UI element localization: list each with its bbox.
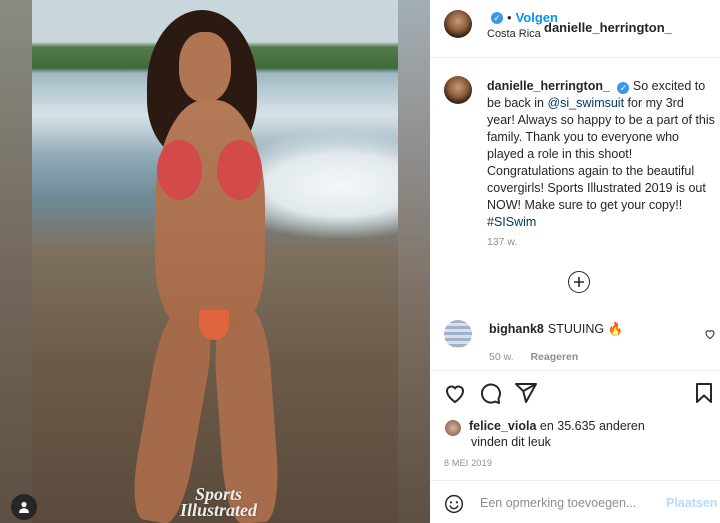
caption-text: danielle_herrington_ ✓ So excited to be … (487, 78, 715, 231)
post-photo: Sports Illustrated (32, 0, 398, 523)
header-username[interactable]: danielle_herrington_ (544, 20, 672, 35)
post-date: 8 MEI 2019 (444, 458, 493, 468)
avatar[interactable] (444, 10, 472, 38)
comment-icon[interactable] (478, 381, 502, 405)
plus-circle-icon[interactable] (568, 271, 590, 293)
hashtag-link[interactable]: #SISwim (487, 215, 536, 229)
liker-avatar[interactable] (444, 419, 462, 437)
bookmark-icon[interactable] (692, 381, 716, 405)
liker-username[interactable]: felice_viola (469, 419, 536, 433)
share-icon[interactable] (514, 381, 538, 405)
commenter-avatar[interactable] (444, 320, 472, 348)
post-comment-button[interactable]: Plaatsen (666, 496, 717, 510)
heart-icon[interactable] (443, 381, 467, 405)
emoji-icon[interactable] (444, 494, 464, 519)
post-side-panel: danielle_herrington_ ✓ • Volgen Costa Ri… (430, 0, 720, 523)
location-link[interactable]: Costa Rica (487, 28, 541, 40)
add-comment-bar: Plaatsen (430, 480, 720, 523)
verified-badge-icon: ✓ (491, 11, 503, 24)
post-header: danielle_herrington_ ✓ • Volgen Costa Ri… (430, 0, 720, 58)
likes-count[interactable]: en 35.635 anderen (536, 419, 645, 433)
reply-button[interactable]: Reageren (530, 351, 578, 363)
caption-username[interactable]: danielle_herrington_ (487, 79, 610, 93)
verified-badge-icon: ✓ (617, 82, 630, 94)
comment-item: bighank8 STUUING 🔥 50 w. Reageren (444, 320, 720, 370)
comment-text: STUUING 🔥 (547, 322, 624, 336)
commenter-username[interactable]: bighank8 (489, 322, 544, 336)
post-media[interactable]: Sports Illustrated (0, 0, 430, 523)
caption-timestamp: 137 w. (487, 236, 518, 248)
mention-link[interactable]: @si_swimsuit (547, 96, 624, 110)
media-blur-right (398, 0, 430, 523)
caption-body: for my 3rd year! Always so happy to be a… (487, 96, 715, 212)
photo-figure (126, 10, 317, 523)
comment-input[interactable] (480, 493, 660, 513)
caption-avatar[interactable] (444, 76, 472, 104)
sports-illustrated-watermark: Sports Illustrated (180, 484, 258, 520)
comment-heart-icon[interactable] (704, 327, 716, 345)
separator-dot: • (507, 10, 512, 25)
comment-timestamp: 50 w. (489, 351, 514, 363)
media-blur-left (0, 0, 32, 523)
action-bar (430, 370, 720, 414)
likes-suffix: vinden dit leuk (471, 435, 551, 449)
tag-user-icon[interactable] (11, 494, 37, 520)
